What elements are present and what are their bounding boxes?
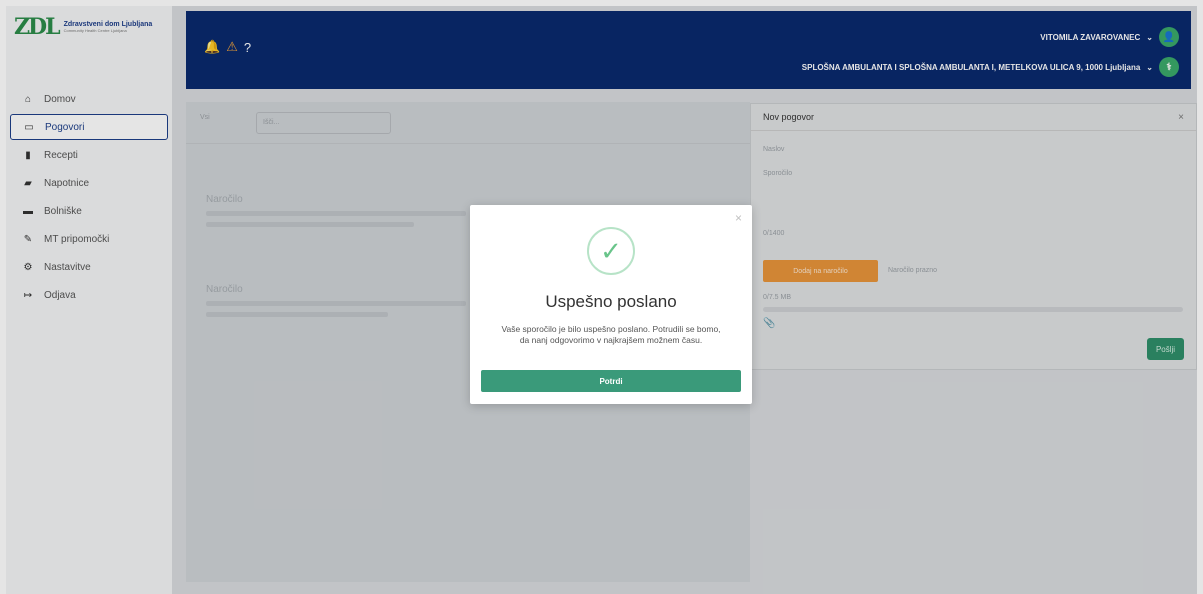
confirm-button[interactable]: Potrdi: [481, 370, 741, 392]
checkmark-icon: ✓: [600, 236, 622, 266]
modal-message: Vaše sporočilo je bilo uspešno poslano. …: [501, 324, 721, 345]
success-check-icon: ✓: [587, 227, 635, 275]
success-modal: × ✓ Uspešno poslano Vaše sporočilo je bi…: [470, 205, 752, 404]
close-icon[interactable]: ×: [735, 211, 742, 225]
modal-title: Uspešno poslano: [545, 292, 677, 311]
